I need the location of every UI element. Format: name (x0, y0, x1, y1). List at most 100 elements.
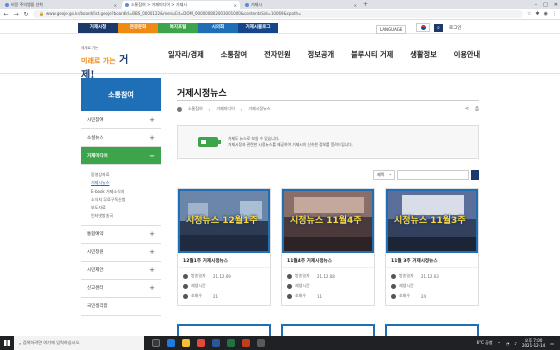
news-card-next[interactable] (281, 324, 375, 336)
gnb-item-civil-service[interactable]: 전자민원 (264, 50, 290, 60)
news-card[interactable]: 시정뉴스 11월3주 11월 3주 거제시정뉴스 방송일자 21.12.03 재생… (385, 188, 479, 306)
close-window-icon[interactable]: ✕ (554, 2, 558, 8)
top-menu-council[interactable]: 시의회 (198, 23, 238, 33)
search-type-select[interactable]: 제목 (373, 170, 395, 180)
views-row: 조회수 11 (287, 291, 369, 301)
news-thumbnail[interactable]: 시정뉴스 12월1주 (178, 189, 270, 253)
tab-label: 비응 주의앵을 선착 (11, 2, 43, 7)
clock-icon (183, 283, 188, 289)
breadcrumb-item[interactable]: 거제미디어 (216, 106, 234, 112)
lnb-item-label: 시민청원 (87, 250, 104, 256)
search-input[interactable] (397, 170, 469, 180)
network-icon[interactable]: ◔ (506, 341, 510, 346)
language-select[interactable]: LANGUAGE (376, 25, 407, 34)
search-icon[interactable]: ⌕ (434, 24, 443, 32)
tab-close-icon[interactable]: ✕ (234, 3, 237, 8)
lnb-item-geoje-media[interactable]: 거제미디어 − (81, 147, 161, 165)
search-button[interactable] (471, 170, 479, 180)
news-meta: 방송일자 21.12.09 재생시간 조회수 21 (178, 268, 270, 305)
lnb-item-citizen-participation[interactable]: 시민참여 + (81, 111, 161, 129)
task-view-icon[interactable] (152, 339, 160, 347)
volume-icon[interactable]: ♪ (514, 341, 517, 346)
top-menu-welfare[interactable]: 복지포털 (158, 23, 198, 33)
news-card-next[interactable] (385, 324, 479, 336)
gnb-item-economy[interactable]: 일자리/경제 (168, 50, 204, 60)
tab-favicon-icon (5, 3, 9, 7)
search-bar: 제목 (177, 170, 479, 180)
news-card[interactable]: 시정뉴스 11월4주 11월4주 거제시정뉴스 방송일자 21.12.08 재생시… (281, 188, 375, 306)
excel-icon[interactable] (227, 339, 235, 347)
share-icon[interactable]: ⋖ (465, 106, 469, 112)
file-explorer-icon[interactable] (182, 339, 190, 347)
site-family-menu: 거제시청 관광문화 복지포털 시의회 거제시블로그 (78, 23, 278, 33)
home-icon[interactable] (177, 106, 182, 112)
top-menu-city-hall[interactable]: 거제시청 (78, 23, 118, 33)
extensions-icon[interactable]: ✱ (535, 11, 539, 17)
news-meta: 방송일자 21.12.08 재생시간 조회수 11 (282, 268, 374, 305)
minimize-icon[interactable]: – (535, 2, 538, 8)
breadcrumb: 소통참여 › 거제미디어 › 거제시정뉴스 ⋖ ⎙ (177, 105, 479, 113)
forward-icon[interactable]: → (13, 11, 19, 18)
news-title[interactable]: 12월1주 거제시정뉴스 (178, 253, 270, 268)
powerpoint-icon[interactable] (242, 339, 250, 347)
url-field[interactable]: 🔒 www.geoje.go.kr/board/list.geoje?boardI… (33, 10, 523, 18)
news-title[interactable]: 11월4주 거제시정뉴스 (282, 253, 374, 268)
word-icon[interactable] (212, 339, 220, 347)
site-logo[interactable]: 세계로 가는 미래로 가는 거제! (81, 46, 141, 81)
tray-arrow-icon[interactable]: ⌃ (498, 341, 501, 346)
browser-tab-2[interactable]: 소통참여 > 거제미디어 > 거제시 ✕ (122, 1, 240, 9)
lnb-item-reservation[interactable]: 통합예약 + (81, 226, 161, 244)
news-thumbnail[interactable]: 시정뉴스 11월3주 (386, 189, 478, 253)
lnb-sub-internet-broadcast[interactable]: 인터넷방송국 (91, 212, 161, 220)
edge-icon[interactable] (167, 339, 175, 347)
meta-value: 21.12.03 (421, 273, 439, 279)
clock[interactable]: 오후 7:00 2021-12-14 (522, 338, 545, 348)
weather-status[interactable]: 6°C 공청 (477, 340, 493, 346)
breadcrumb-item[interactable]: 소통참여 (188, 106, 203, 112)
lnb-item-proposal[interactable]: 시민제안 + (81, 262, 161, 280)
taskbar-search[interactable]: ⌕ 검색하려면 여기에 입력하십시오. (14, 336, 144, 350)
lnb-sub-city-news[interactable]: 거제시뉴스 (91, 179, 161, 187)
korea-flag-icon[interactable] (416, 23, 430, 32)
lnb-item-report-center[interactable]: 신고센터 + (81, 280, 161, 298)
news-card[interactable]: 시정뉴스 12월1주 12월1주 거제시정뉴스 방송일자 21.12.09 재생시… (177, 188, 271, 306)
menu-dots-icon[interactable]: ⋮ (552, 11, 557, 17)
start-button[interactable] (0, 336, 14, 350)
lnb-sub-video[interactable]: 동영상자료 (91, 171, 161, 179)
login-link[interactable]: 로그인 (449, 25, 461, 31)
gnb-item-bluecity[interactable]: 블루시티 거제 (351, 50, 393, 60)
tab-close-icon[interactable]: ✕ (114, 3, 117, 8)
gnb-item-guide[interactable]: 이용안내 (454, 50, 480, 60)
lnb-sub-press[interactable]: 보도자료 (91, 204, 161, 212)
clock-icon (287, 283, 292, 289)
lnb-item-national-idea[interactable]: 국민생각함 (81, 298, 161, 316)
lnb-item-social-news[interactable]: 소셜뉴스 + (81, 129, 161, 147)
notification-icon[interactable]: ▭ (550, 341, 554, 346)
meta-key: 재생시간 (399, 283, 414, 288)
gnb-item-life-info[interactable]: 생활정보 (410, 50, 436, 60)
new-tab-button[interactable]: + (363, 1, 368, 9)
gnb-item-participation[interactable]: 소통참여 (221, 50, 247, 60)
app-icon[interactable] (257, 339, 265, 347)
chrome-icon[interactable] (197, 339, 205, 347)
main-menu: 일자리/경제 소통참여 전자민원 정보공개 블루시티 거제 생활정보 이용안내 (168, 50, 497, 60)
lnb-sub-subscription[interactable]: 소식지 무료구독신청 (91, 196, 161, 204)
top-menu-blog[interactable]: 거제시블로그 (238, 23, 278, 33)
maximize-icon[interactable]: □ (543, 2, 548, 8)
news-thumbnail[interactable]: 시정뉴스 11월4주 (282, 189, 374, 253)
profile-icon[interactable]: ◉ (544, 11, 548, 17)
breadcrumb-item[interactable]: 거제시정뉴스 (248, 106, 270, 112)
top-menu-tourism[interactable]: 관광문화 (118, 23, 158, 33)
lnb-sub-ebook[interactable]: E-book 거제소식지 (91, 188, 161, 196)
gnb-item-info-disclosure[interactable]: 정보공개 (308, 50, 334, 60)
reload-icon[interactable]: ↻ (23, 11, 29, 18)
browser-tab-3[interactable]: 거제시 ✕ (242, 1, 360, 9)
star-icon[interactable]: ☆ (527, 11, 531, 17)
lnb-item-petition[interactable]: 시민청원 + (81, 244, 161, 262)
print-icon[interactable]: ⎙ (475, 106, 479, 112)
news-card-next[interactable] (177, 324, 271, 336)
browser-tab-1[interactable]: 비응 주의앵을 선착 ✕ (2, 1, 120, 9)
news-title[interactable]: 11월 3주 거제시정뉴스 (386, 253, 478, 268)
tab-close-icon[interactable]: ✕ (354, 3, 357, 8)
back-icon[interactable]: ← (3, 11, 9, 18)
